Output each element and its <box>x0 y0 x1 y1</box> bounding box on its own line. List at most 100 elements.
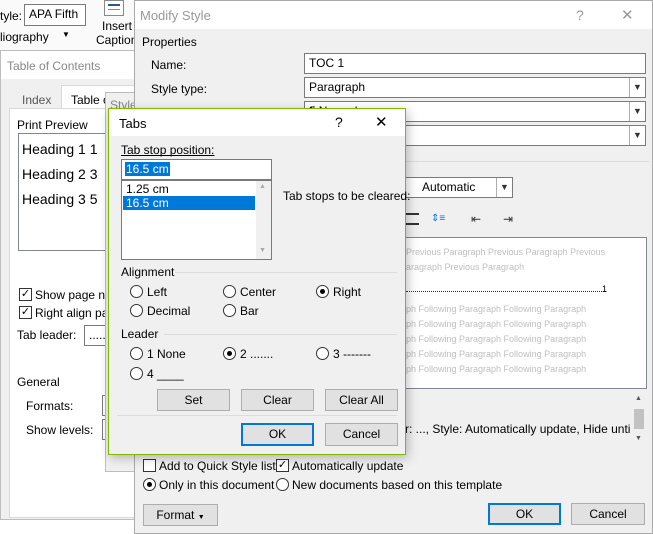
general-label: General <box>17 375 60 389</box>
tab-leader-label: Tab leader: <box>17 328 77 342</box>
buttons-divider <box>117 415 397 416</box>
ribbon-strip: tyle: APA Fifth liography ▼ Insert Capti… <box>0 0 137 52</box>
clear-all-button[interactable]: Clear All <box>325 389 398 411</box>
tabs-close-icon[interactable]: ✕ <box>375 113 388 131</box>
style-label: tyle: <box>0 9 23 23</box>
preview-following-line: ph Following Paragraph Following Paragra… <box>406 304 587 314</box>
new-documents-radio[interactable] <box>276 478 289 491</box>
formats-label: Formats: <box>26 399 74 413</box>
leader-dashes-radio[interactable] <box>316 347 329 360</box>
clear-button[interactable]: Clear <box>241 389 314 411</box>
format-button[interactable]: Format ▼ <box>143 504 218 526</box>
divider <box>405 161 649 162</box>
align-decimal-radio[interactable] <box>130 304 143 317</box>
leader-divider <box>164 334 397 335</box>
align-center-radio[interactable] <box>223 285 236 298</box>
tab-stops-scrollbar[interactable]: ▲ ▼ <box>256 181 271 259</box>
preview-heading-1: Heading 1 1 <box>22 141 98 157</box>
auto-update-checkbox[interactable]: ✓ <box>276 459 289 472</box>
new-documents-label: New documents based on this template <box>292 478 503 492</box>
leader-none-radio[interactable] <box>130 347 143 360</box>
help-button[interactable]: ? <box>576 7 584 23</box>
align-right-label: Right <box>333 285 362 299</box>
show-levels-label: Show levels: <box>26 423 94 437</box>
modify-style-titlebar: Modify Style ? ✕ <box>135 1 652 29</box>
tabs-cancel-button[interactable]: Cancel <box>325 423 398 446</box>
set-button[interactable]: Set <box>157 389 230 411</box>
font-color-dropdown[interactable]: Automatic ▼ <box>405 177 513 198</box>
line-spacing-icon[interactable]: ⇕≡ <box>431 213 445 225</box>
leader-dots-radio[interactable] <box>223 347 236 360</box>
right-align-checkbox[interactable]: ✓ <box>19 306 32 319</box>
show-page-numbers-checkbox[interactable]: ✓ <box>19 288 32 301</box>
style-preview-pane: Previous Paragraph Previous Paragraph Pr… <box>405 237 647 389</box>
preview-toc-number: 1 <box>602 284 608 294</box>
chevron-down-icon: ▼ <box>629 102 645 121</box>
tabs-title: Tabs <box>119 116 147 131</box>
leader-underline-label: 4 ____ <box>147 367 184 381</box>
preview-following-line: ph Following Paragraph Following Paragra… <box>406 349 587 359</box>
toc-titlebar: Table of Contents <box>1 51 139 79</box>
preview-toc-line <box>406 286 606 292</box>
tabs-dialog: Tabs ? ✕ Tab stop position: 16.5 cm 1.25… <box>108 108 410 455</box>
chevron-down-icon: ▼ <box>629 126 645 145</box>
tab-stops-list[interactable]: 1.25 cm 16.5 cm ▲ ▼ <box>121 180 272 260</box>
tab-stop-position-label: Tab stop position: <box>121 143 215 157</box>
chevron-down-icon: ▼ <box>629 78 645 97</box>
increase-indent-icon[interactable]: ⇥ <box>503 213 517 225</box>
chevron-down-icon: ▼ <box>62 30 70 39</box>
chevron-down-icon: ▼ <box>496 178 512 197</box>
tab-stops-cleared-label: Tab stops to be cleared: <box>283 189 411 203</box>
alignment-divider <box>175 272 397 273</box>
bibliography-button[interactable]: liography <box>0 30 49 44</box>
align-left-radio[interactable] <box>130 285 143 298</box>
tabs-help-button[interactable]: ? <box>335 114 343 130</box>
citation-style-dropdown[interactable]: APA Fifth <box>24 4 86 26</box>
align-center-label: Center <box>240 285 277 299</box>
scroll-up-icon[interactable]: ▲ <box>259 183 266 190</box>
tabs-titlebar: Tabs ? ✕ <box>109 109 405 136</box>
modify-style-ok-button[interactable]: OK <box>488 503 561 525</box>
decrease-indent-icon[interactable]: ⇤ <box>471 213 485 225</box>
tab-stop-item-selected[interactable]: 16.5 cm <box>123 196 255 210</box>
insert-caption-icon[interactable] <box>104 0 124 16</box>
preview-following-line: ph Following Paragraph Following Paragra… <box>406 364 587 374</box>
only-this-document-label: Only in this document <box>159 478 275 492</box>
chevron-down-icon: ▼ <box>197 514 205 521</box>
style-description: r: ..., Style: Automatically update, Hid… <box>405 393 647 447</box>
preview-previous-line-2: aragraph Previous Paragraph <box>406 262 525 272</box>
align-bar-label: Bar <box>240 304 259 318</box>
align-left-label: Left <box>147 285 168 299</box>
preview-heading-3: Heading 3 5 <box>22 191 98 207</box>
leader-dashes-label: 3 ------- <box>333 347 371 361</box>
tabs-ok-button[interactable]: OK <box>241 423 314 446</box>
tab-stop-item[interactable]: 1.25 cm <box>123 182 255 196</box>
tab-index[interactable]: Index <box>22 93 51 107</box>
leader-dots-label: 2 ....... <box>240 347 274 361</box>
preview-following-line: ph Following Paragraph Following Paragra… <box>406 334 587 344</box>
only-this-document-radio[interactable] <box>143 478 156 491</box>
name-label: Name: <box>151 58 187 72</box>
insert-caption-label[interactable]: Insert <box>102 19 132 33</box>
close-icon[interactable]: ✕ <box>621 6 634 24</box>
align-decimal-label: Decimal <box>147 304 191 318</box>
scroll-down-icon[interactable]: ▼ <box>259 247 266 254</box>
add-quick-style-checkbox[interactable] <box>143 459 156 472</box>
alignment-label: Alignment <box>121 265 175 279</box>
justify-icon[interactable] <box>405 213 419 225</box>
align-right-radio[interactable] <box>316 285 329 298</box>
align-bar-radio[interactable] <box>223 304 236 317</box>
preview-heading-2: Heading 2 3 <box>22 166 98 182</box>
add-quick-style-label: Add to Quick Style list <box>159 459 276 473</box>
preview-previous-line-1: Previous Paragraph Previous Paragraph Pr… <box>406 247 606 257</box>
properties-label: Properties <box>142 35 197 49</box>
auto-update-label: Automatically update <box>292 459 404 473</box>
leader-underline-radio[interactable] <box>130 367 143 380</box>
modify-style-cancel-button[interactable]: Cancel <box>571 503 645 525</box>
name-field[interactable]: TOC 1 <box>304 53 646 74</box>
tab-stop-position-input[interactable]: 16.5 cm <box>121 159 272 180</box>
style-type-dropdown[interactable]: Paragraph ▼ <box>304 77 646 98</box>
leader-label: Leader <box>121 327 159 341</box>
description-scrollbar[interactable]: ▲ ▼ <box>631 393 647 447</box>
insert-caption-label-2[interactable]: Caption <box>96 33 137 47</box>
